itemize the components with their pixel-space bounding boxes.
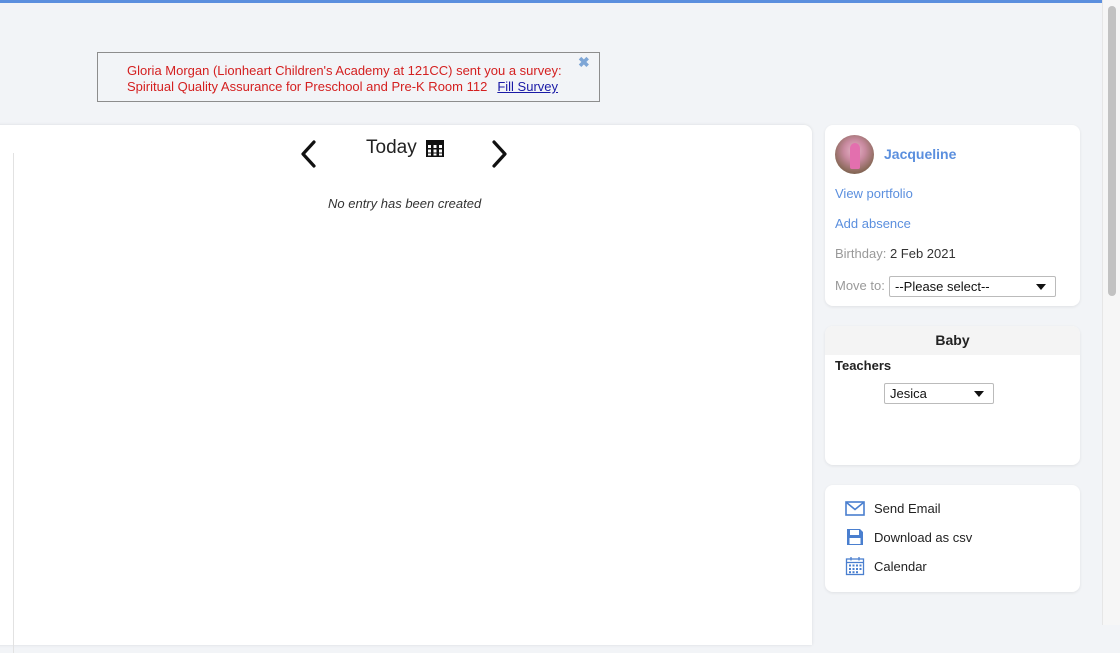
avatar[interactable] bbox=[835, 135, 874, 174]
move-to-selected-value: --Please select-- bbox=[895, 279, 990, 294]
actions-card: Send Email Download as csv Calendar bbox=[825, 485, 1080, 592]
view-portfolio-link[interactable]: View portfolio bbox=[835, 186, 913, 201]
birthday-value: 2 Feb 2021 bbox=[889, 246, 956, 261]
survey-notification: Gloria Morgan (Lionheart Children's Acad… bbox=[97, 52, 600, 102]
download-csv-button[interactable]: Download as csv bbox=[845, 527, 972, 547]
next-day-icon[interactable] bbox=[488, 139, 510, 169]
send-email-label: Send Email bbox=[874, 500, 941, 516]
teacher-selected-value: Jesica bbox=[890, 386, 927, 401]
birthday: Birthday: 2 Feb 2021 bbox=[835, 246, 956, 261]
panel-divider bbox=[13, 153, 14, 653]
teachers-label: Teachers bbox=[835, 358, 892, 373]
move-to-select[interactable]: --Please select-- bbox=[889, 276, 1056, 297]
download-csv-label: Download as csv bbox=[874, 529, 973, 545]
page-scrollbar[interactable] bbox=[1102, 0, 1120, 625]
floppy-disk-icon bbox=[847, 529, 863, 545]
journal-panel: Today No entry has been created bbox=[0, 125, 812, 653]
survey-title: Spiritual Quality Assurance for Preschoo… bbox=[127, 79, 488, 94]
date-picker[interactable]: Today bbox=[366, 135, 445, 161]
date-label: Today bbox=[366, 137, 417, 158]
previous-day-icon[interactable] bbox=[298, 139, 320, 169]
calendar-label: Calendar bbox=[874, 558, 927, 574]
group-card: Baby Teachers Jesica bbox=[825, 326, 1080, 465]
fill-survey-link[interactable]: Fill Survey bbox=[497, 79, 558, 94]
chevron-down-icon bbox=[1036, 284, 1046, 290]
calendar-button[interactable]: Calendar bbox=[845, 556, 927, 576]
child-name-link[interactable]: Jacqueline bbox=[884, 146, 956, 162]
chevron-down-icon bbox=[974, 391, 984, 397]
notification-text: Gloria Morgan (Lionheart Children's Acad… bbox=[127, 63, 562, 78]
notification-survey-title: Spiritual Quality Assurance for Preschoo… bbox=[127, 79, 558, 94]
top-accent-bar bbox=[0, 0, 1102, 3]
send-email-button[interactable]: Send Email bbox=[845, 498, 940, 518]
calendar-icon[interactable] bbox=[425, 138, 445, 158]
teacher-select[interactable]: Jesica bbox=[884, 383, 994, 404]
child-profile-card: Jacqueline View portfolio Add absence Bi… bbox=[825, 125, 1080, 306]
empty-state-message: No entry has been created bbox=[328, 196, 482, 211]
move-to-label: Move to: bbox=[835, 278, 885, 293]
calendar-icon bbox=[845, 557, 865, 576]
scrollbar-thumb[interactable] bbox=[1108, 6, 1116, 296]
birthday-label: Birthday: bbox=[835, 246, 887, 261]
close-icon[interactable]: ✖ bbox=[578, 54, 590, 71]
envelope-icon bbox=[845, 501, 865, 516]
group-title: Baby bbox=[825, 326, 1080, 355]
add-absence-link[interactable]: Add absence bbox=[835, 216, 911, 231]
